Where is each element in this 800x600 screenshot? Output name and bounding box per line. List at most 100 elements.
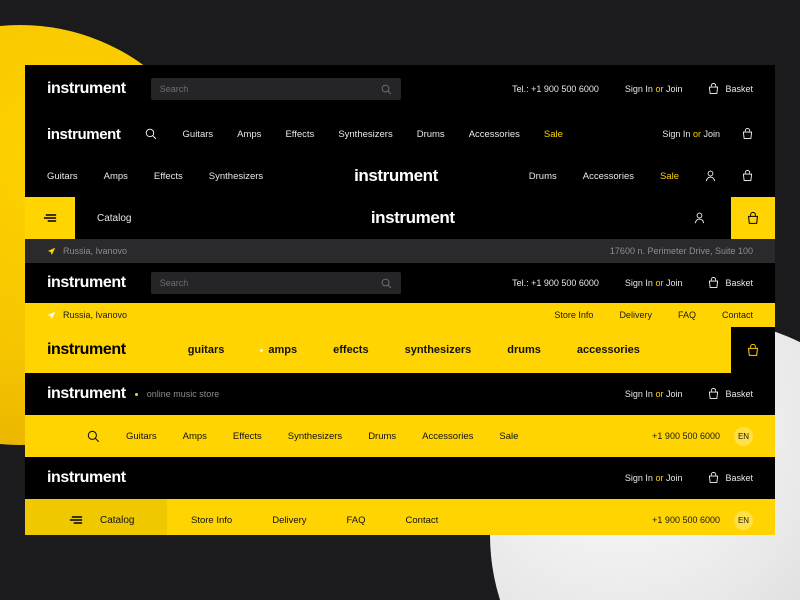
basket-button[interactable]: Basket (708, 277, 753, 289)
basket-button[interactable] (731, 327, 775, 373)
nav-item-accessories[interactable]: Accessories (469, 129, 520, 140)
language-selector[interactable]: EN (734, 426, 753, 446)
info-link-contact[interactable]: Contact (722, 310, 753, 320)
nav-item-drums[interactable]: Drums (368, 431, 396, 442)
nav-item-effects[interactable]: effects (333, 344, 368, 356)
info-link-store-info[interactable]: Store Info (191, 515, 232, 526)
join-link[interactable]: Join (666, 389, 683, 399)
info-link-store-info[interactable]: Store Info (554, 310, 593, 320)
search-placeholder: Search (159, 84, 189, 94)
nav-item-accessories[interactable]: Accessories (422, 431, 473, 442)
basket-icon (747, 343, 759, 357)
search-icon[interactable] (145, 128, 157, 140)
basket-button[interactable] (731, 197, 775, 239)
info-link-delivery[interactable]: Delivery (619, 310, 652, 320)
active-dot-icon (260, 348, 264, 352)
basket-icon (747, 211, 759, 225)
sign-in-link[interactable]: Sign In (662, 129, 690, 139)
nav-item-synthesizers[interactable]: Synthesizers (288, 431, 342, 442)
phone-label[interactable]: +1 900 500 6000 (652, 431, 720, 441)
nav-item-amps[interactable]: amps (260, 344, 297, 356)
sign-in-link[interactable]: Sign In (625, 84, 653, 94)
basket-icon[interactable] (742, 128, 753, 140)
nav-item-effects[interactable]: Effects (154, 171, 183, 182)
phone-label[interactable]: Tel.: +1 900 500 6000 (512, 278, 599, 288)
nav-item-sale[interactable]: Sale (660, 171, 679, 182)
search-input[interactable]: Search (150, 78, 401, 100)
nav-item-amps[interactable]: Amps (104, 171, 128, 182)
nav-item-effects[interactable]: Effects (285, 129, 314, 140)
logo[interactable]: instrument (47, 274, 126, 292)
basket-icon (708, 83, 719, 95)
phone-label[interactable]: Tel.: +1 900 500 6000 (512, 84, 599, 94)
info-link-faq[interactable]: FAQ (347, 515, 366, 526)
variant-12-yellow-catalog-footer: Catalog Store Info Delivery FAQ Contact … (25, 499, 775, 535)
logo[interactable]: instrument (47, 341, 126, 359)
logo[interactable]: instrument (47, 385, 126, 403)
sign-in-join[interactable]: Sign In or Join (625, 389, 683, 399)
address-label: 17600 n. Perimeter Drive, Suite 100 (609, 246, 753, 256)
logo[interactable]: instrument (47, 80, 126, 98)
basket-button[interactable]: Basket (708, 83, 753, 95)
nav-item-sale[interactable]: Sale (544, 129, 563, 140)
nav-item-synthesizers[interactable]: synthesizers (405, 344, 472, 356)
nav-item-effects[interactable]: Effects (233, 431, 262, 442)
logo[interactable]: instrument (47, 126, 121, 143)
sign-in-join[interactable]: Sign In or Join (625, 278, 683, 288)
search-icon[interactable] (381, 278, 392, 289)
nav-item-drums[interactable]: Drums (529, 171, 557, 182)
search-input[interactable]: Search (150, 272, 401, 294)
join-link[interactable]: Join (666, 84, 683, 94)
variant-1-search-header: instrument Search Tel.: +1 900 500 6000 … (25, 65, 775, 113)
catalog-menu-button[interactable] (25, 197, 75, 239)
nav-item-guitars[interactable]: Guitars (47, 171, 78, 182)
logo[interactable]: instrument (47, 469, 126, 487)
sign-in-join[interactable]: Sign In or Join (625, 473, 683, 483)
basket-button[interactable]: Basket (708, 388, 753, 400)
sign-in-join[interactable]: Sign In or Join (662, 129, 720, 139)
nav-item-guitars[interactable]: Guitars (183, 129, 214, 140)
location-label[interactable]: Russia, Ivanovo (63, 246, 127, 256)
user-icon[interactable] (694, 212, 705, 224)
location-label[interactable]: Russia, Ivanovo (63, 310, 127, 320)
basket-icon[interactable] (742, 170, 753, 182)
sign-in-link[interactable]: Sign In (625, 278, 653, 288)
variant-7-yellow-info-bar: Russia, Ivanovo Store Info Delivery FAQ … (25, 303, 775, 327)
sign-in-join[interactable]: Sign In or Join (625, 84, 683, 94)
info-link-contact[interactable]: Contact (406, 515, 439, 526)
join-link[interactable]: Join (666, 473, 683, 483)
dot-separator-icon (134, 392, 138, 396)
nav-item-sale[interactable]: Sale (499, 431, 518, 442)
basket-label: Basket (725, 84, 753, 94)
variant-10-yellow-nav-lang: Guitars Amps Effects Synthesizers Drums … (25, 415, 775, 457)
logo[interactable]: instrument (354, 166, 438, 186)
nav-item-amps[interactable]: Amps (183, 431, 207, 442)
sign-in-link[interactable]: Sign In (625, 473, 653, 483)
logo[interactable]: instrument (371, 208, 455, 228)
or-text: or (655, 278, 664, 288)
nav-item-synthesizers[interactable]: Synthesizers (209, 171, 263, 182)
phone-label[interactable]: +1 900 500 6000 (652, 515, 720, 525)
basket-button[interactable]: Basket (708, 472, 753, 484)
nav-item-guitars[interactable]: Guitars (126, 431, 157, 442)
nav-item-guitars[interactable]: guitars (188, 344, 225, 356)
info-link-delivery[interactable]: Delivery (272, 515, 306, 526)
nav-item-amps[interactable]: Amps (237, 129, 261, 140)
user-icon[interactable] (705, 170, 716, 182)
nav-item-accessories[interactable]: Accessories (583, 171, 634, 182)
basket-label: Basket (725, 278, 753, 288)
nav-item-synthesizers[interactable]: Synthesizers (338, 129, 392, 140)
info-link-faq[interactable]: FAQ (678, 310, 696, 320)
join-link[interactable]: Join (666, 278, 683, 288)
catalog-label[interactable]: Catalog (97, 213, 131, 224)
nav-item-accessories[interactable]: accessories (577, 344, 640, 356)
catalog-menu-button[interactable]: Catalog (25, 499, 167, 535)
nav-item-drums[interactable]: Drums (417, 129, 445, 140)
sign-in-link[interactable]: Sign In (625, 389, 653, 399)
search-icon[interactable] (381, 84, 392, 95)
search-icon[interactable] (87, 430, 100, 443)
variant-4-catalog-button: Catalog instrument (25, 197, 775, 239)
nav-item-drums[interactable]: drums (507, 344, 541, 356)
language-selector[interactable]: EN (734, 510, 753, 530)
join-link[interactable]: Join (703, 129, 720, 139)
